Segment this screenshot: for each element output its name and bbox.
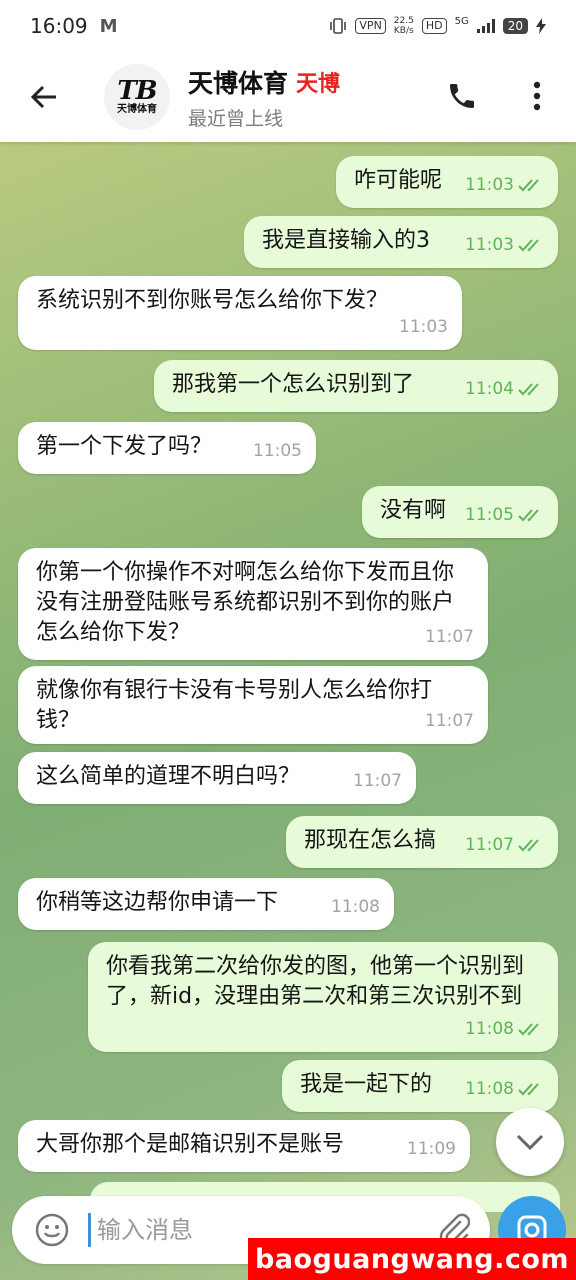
message-outgoing[interactable]: 咋可能呢 11:03: [336, 156, 558, 208]
message-incoming[interactable]: 第一个下发了吗？ 11:05: [18, 422, 316, 474]
chevron-down-icon: [516, 1134, 544, 1151]
double-check-icon: [518, 509, 539, 522]
message-text: 我是直接输入的3: [262, 228, 430, 253]
message-meta: 11:04: [465, 374, 544, 404]
speed-unit: KB/s: [393, 26, 414, 36]
chat-title: 天博体育: [188, 68, 289, 98]
phone-icon: [450, 84, 474, 108]
message-incoming[interactable]: 大哥你那个是邮箱识别不是账号 11:09: [18, 1120, 470, 1172]
speed-value: 22.5: [393, 16, 414, 26]
message-time: 11:04: [465, 379, 514, 399]
message-time: 11:05: [253, 441, 302, 461]
message-time: 11:07: [425, 711, 474, 731]
status-time: 16:09: [30, 14, 88, 38]
double-check-icon: [518, 239, 539, 252]
more-menu-button[interactable]: [520, 74, 554, 118]
message-time: 11:08: [465, 1019, 514, 1039]
call-button[interactable]: [440, 74, 484, 118]
site-watermark: baoguangwang.com: [248, 1238, 576, 1280]
message-outgoing[interactable]: 你看我第二次给你发的图，他第一个识别到了，新id，没理由第二次和第三次识别不到 …: [88, 942, 558, 1052]
message-text: 你看我第二次给你发的图，他第一个识别到了，新id，没理由第二次和第三次识别不到: [106, 954, 525, 1009]
message-text: 你第一个你操作不对啊怎么给你下发而且你没有注册登陆账号系统都识别不到你的账户怎么…: [36, 560, 455, 645]
chat-title-tag: 天博: [296, 71, 341, 97]
message-text: 咋可能呢: [354, 168, 443, 193]
message-meta: 11:07: [353, 766, 402, 796]
avatar-logo-text: TB: [117, 76, 157, 106]
message-incoming[interactable]: 系统识别不到你账号怎么给你下发？ 11:03: [18, 276, 462, 350]
message-time: 11:09: [407, 1139, 456, 1159]
more-vert-icon: [533, 81, 541, 111]
message-time: 11:07: [425, 627, 474, 647]
chat-header: TB 天博体育 天博体育 天博 最近曾上线: [0, 52, 576, 142]
message-incoming[interactable]: 就像你有银行卡没有卡号别人怎么给你打钱？ 11:07: [18, 666, 488, 744]
vibrate-icon: [330, 18, 347, 34]
double-check-icon: [518, 839, 539, 852]
message-meta: 11:07: [465, 830, 544, 860]
message-meta: 11:07: [425, 706, 474, 736]
hd-badge: HD: [421, 18, 447, 34]
emoji-button[interactable]: [30, 1208, 74, 1252]
message-text: 我是一起下的: [300, 1072, 433, 1097]
gmail-notification-icon: M: [99, 15, 118, 37]
double-check-icon: [518, 1083, 539, 1096]
message-text: 系统识别不到你账号怎么给你下发？: [36, 288, 389, 313]
signal-bars-icon: [476, 19, 495, 33]
title-row: 天博体育 天博: [188, 64, 340, 100]
message-text: 这么简单的道理不明白吗？: [36, 764, 301, 789]
message-text: 没有啊: [380, 498, 447, 523]
message-text: 那我第一个怎么识别到了: [172, 372, 415, 397]
network-speed: 22.5 KB/s: [394, 16, 414, 36]
message-time: 11:08: [331, 897, 380, 917]
chat-title-block[interactable]: 天博体育 天博 最近曾上线: [188, 64, 340, 131]
double-check-icon: [518, 383, 539, 396]
back-arrow-icon: [30, 85, 56, 109]
message-time: 11:03: [465, 175, 514, 195]
emoji-icon: [35, 1213, 69, 1247]
vpn-badge: VPN: [355, 18, 386, 34]
message-outgoing[interactable]: 我是一起下的 11:08: [282, 1060, 558, 1112]
avatar-logo-subtext: 天博体育: [117, 104, 157, 115]
message-outgoing[interactable]: 没有啊 11:05: [362, 486, 558, 538]
message-time: 11:08: [465, 1079, 514, 1099]
message-time: 11:05: [465, 505, 514, 525]
message-meta: 11:03: [465, 230, 544, 260]
avatar[interactable]: TB 天博体育: [104, 64, 170, 130]
message-meta: 11:03: [465, 170, 544, 200]
message-outgoing[interactable]: 我是直接输入的3 11:03: [244, 216, 558, 268]
signal-label: 5G: [454, 16, 469, 27]
message-incoming[interactable]: 你稍等这边帮你申请一下 11:08: [18, 878, 394, 930]
message-text: 你稍等这边帮你申请一下: [36, 890, 279, 915]
last-seen-status: 最近曾上线: [188, 107, 284, 130]
message-text: 那现在怎么搞: [304, 828, 437, 853]
double-check-icon: [518, 179, 539, 192]
message-meta: 11:08: [465, 1074, 544, 1104]
message-meta: 11:08: [465, 1014, 544, 1044]
scroll-to-bottom-button[interactable]: [496, 1108, 564, 1176]
back-button[interactable]: [14, 67, 74, 127]
message-time: 11:07: [353, 771, 402, 791]
message-incoming[interactable]: 你第一个你操作不对啊怎么给你下发而且你没有注册登陆账号系统都识别不到你的账户怎么…: [18, 548, 488, 660]
double-check-icon: [518, 1023, 539, 1036]
message-meta: 11:07: [425, 622, 474, 652]
message-text: 就像你有银行卡没有卡号别人怎么给你打钱？: [36, 678, 433, 733]
message-outgoing[interactable]: 那我第一个怎么识别到了 11:04: [154, 360, 558, 412]
message-text: 第一个下发了吗？: [36, 434, 213, 459]
message-meta: 11:05: [465, 500, 544, 530]
charging-icon: [536, 18, 546, 34]
status-bar: 16:09 M VPN 22.5 KB/s HD 5G 20: [0, 0, 576, 52]
message-time: 11:03: [465, 235, 514, 255]
message-meta: 11:09: [407, 1134, 456, 1164]
text-caret: [88, 1213, 91, 1247]
message-meta: 11:03: [399, 312, 448, 342]
battery-level: 20: [502, 18, 528, 34]
message-incoming[interactable]: 这么简单的道理不明白吗？ 11:07: [18, 752, 416, 804]
message-time: 11:03: [399, 317, 448, 337]
message-meta: 11:05: [253, 436, 302, 466]
message-text: 大哥你那个是邮箱识别不是账号: [36, 1132, 345, 1157]
message-meta: 11:08: [331, 892, 380, 922]
message-time: 11:07: [465, 835, 514, 855]
message-outgoing[interactable]: 那现在怎么搞 11:07: [286, 816, 558, 868]
status-indicators: VPN 22.5 KB/s HD 5G 20: [329, 16, 546, 36]
